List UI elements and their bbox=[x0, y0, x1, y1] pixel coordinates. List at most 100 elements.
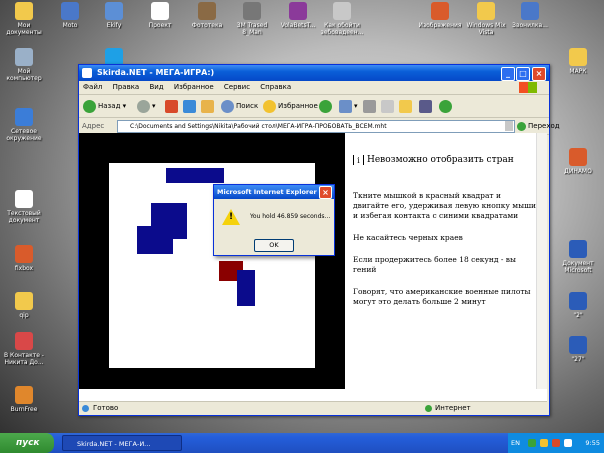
blue-square bbox=[237, 270, 255, 306]
messenger-button[interactable] bbox=[439, 99, 454, 113]
search-label: Поиск bbox=[236, 102, 259, 110]
desktop-icon[interactable]: Moto bbox=[48, 2, 92, 29]
desktop-icon[interactable]: fixbox bbox=[2, 245, 46, 272]
stop-button[interactable] bbox=[165, 99, 180, 113]
desktop-icon[interactable]: qip bbox=[2, 292, 46, 319]
menu-tools[interactable]: Сервис bbox=[224, 83, 250, 91]
folder-icon bbox=[15, 292, 33, 310]
desktop-icon[interactable]: BurnFree bbox=[2, 386, 46, 413]
research-button[interactable] bbox=[419, 99, 434, 113]
address-input[interactable]: C:\Documents and Settings\Nikita\Рабочий… bbox=[117, 120, 515, 133]
desktop-icon[interactable]: Сетевое окружение bbox=[2, 108, 46, 142]
desktop-icon-label: "2" bbox=[573, 312, 583, 319]
search-button[interactable]: Поиск bbox=[221, 99, 258, 113]
dialog-titlebar[interactable]: Microsoft Internet Explorer × bbox=[214, 185, 334, 199]
desktop-icon[interactable]: Изображения bbox=[418, 2, 462, 29]
print-button[interactable] bbox=[363, 99, 378, 113]
document-icon bbox=[431, 2, 449, 20]
desktop-icon-label: В Контакте - Никита До... bbox=[4, 352, 44, 366]
desktop-icon[interactable]: Звонилка... bbox=[508, 2, 552, 29]
tray-icon[interactable] bbox=[552, 439, 560, 447]
toolbar: Назад ▾ ▾ Поиск Избранное ▾ bbox=[79, 95, 549, 118]
menu-help[interactable]: Справка bbox=[260, 83, 291, 91]
menu-view[interactable]: Вид bbox=[149, 83, 163, 91]
desktop-icon[interactable]: "27" bbox=[556, 336, 600, 363]
taskbar-item-ie[interactable]: Skirda.NET - МЕГА-И... bbox=[62, 435, 182, 451]
desktop-icon[interactable]: Текстовый документ bbox=[2, 190, 46, 224]
status-bar: Готово Интернет bbox=[79, 401, 547, 415]
desktop-icon[interactable]: Ekify bbox=[92, 2, 136, 29]
desktop-icon-label: Документ Microsoft Word bbox=[562, 260, 594, 274]
desktop-icon[interactable]: VolaBetsT... bbox=[276, 2, 320, 29]
desktop-icon[interactable]: Windows Mix Vista bbox=[464, 2, 508, 36]
ok-button[interactable]: OK bbox=[254, 239, 294, 252]
desktop-icon-label: Проект bbox=[148, 22, 172, 29]
dialog-close-button[interactable]: × bbox=[319, 186, 332, 199]
desktop-icon[interactable]: Документ Microsoft Word bbox=[556, 240, 600, 274]
edit-icon bbox=[381, 99, 394, 113]
home-button[interactable] bbox=[201, 99, 216, 113]
desktop-icon[interactable]: Мои документы bbox=[2, 2, 46, 36]
back-button[interactable]: Назад ▾ bbox=[83, 99, 126, 113]
clock: 9:55 bbox=[585, 439, 600, 447]
refresh-button[interactable] bbox=[183, 99, 198, 113]
app-icon bbox=[15, 332, 33, 350]
messenger-icon bbox=[439, 99, 452, 113]
app-icon bbox=[333, 2, 351, 20]
desktop-icon-label: Звонилка... bbox=[512, 22, 548, 29]
dialog-title: Microsoft Internet Explorer bbox=[217, 188, 317, 196]
go-button[interactable]: Переход bbox=[517, 118, 560, 134]
edit-button[interactable] bbox=[381, 99, 396, 113]
history-button[interactable] bbox=[319, 99, 334, 113]
app-icon bbox=[243, 2, 261, 20]
desktop-icon-label: Фототека bbox=[191, 22, 223, 29]
address-label: Адрес bbox=[82, 122, 105, 130]
desktop-icon[interactable]: 3M Trased 8_Man bbox=[230, 2, 274, 36]
folder-button[interactable] bbox=[399, 99, 414, 113]
window-titlebar[interactable]: Skirda.NET - МЕГА-ИГРА:) _ □ × bbox=[79, 65, 549, 81]
desktop-icon[interactable]: Как обойти зебовадеен... bbox=[320, 2, 364, 36]
forward-button[interactable]: ▾ bbox=[137, 99, 156, 113]
vertical-scrollbar[interactable] bbox=[536, 133, 547, 389]
dialog-message: You hold 46.859 seconds... bbox=[250, 213, 331, 220]
folder-icon bbox=[15, 2, 33, 20]
desktop-icon[interactable]: В Контакте - Никита До... bbox=[2, 332, 46, 366]
document-icon bbox=[151, 2, 169, 20]
network-icon bbox=[15, 108, 33, 126]
desktop-icon-label: Windows Mix Vista bbox=[466, 22, 506, 36]
favorites-button[interactable]: Избранное bbox=[263, 99, 318, 113]
desktop-icon[interactable]: Мой компьютер bbox=[2, 48, 46, 82]
word-icon bbox=[569, 240, 587, 258]
back-arrow-icon bbox=[83, 99, 96, 113]
desktop-icon-label: Мой компьютер bbox=[6, 68, 42, 82]
minimize-button[interactable]: _ bbox=[501, 67, 515, 81]
menu-file[interactable]: Файл bbox=[83, 83, 102, 91]
desktop-icon-label: 3M Trased 8_Man bbox=[236, 22, 268, 36]
desktop-icon[interactable]: Проект bbox=[138, 2, 182, 29]
menu-favorites[interactable]: Избранное bbox=[174, 83, 214, 91]
desktop-icon[interactable]: Фототека bbox=[185, 2, 229, 29]
tray-icon[interactable] bbox=[528, 439, 536, 447]
start-button[interactable]: пуск bbox=[0, 433, 54, 453]
mail-button[interactable]: ▾ bbox=[339, 99, 358, 113]
address-dropdown-button[interactable] bbox=[505, 121, 513, 131]
back-label: Назад bbox=[98, 102, 121, 110]
menu-edit[interactable]: Правка bbox=[113, 83, 140, 91]
maximize-button[interactable]: □ bbox=[516, 67, 530, 81]
desktop-icon[interactable]: МАРК bbox=[556, 48, 600, 75]
desktop-icon[interactable]: "2" bbox=[556, 292, 600, 319]
taskbar: пуск Skirda.NET - МЕГА-И... EN 9:55 bbox=[0, 433, 604, 453]
tray-icon[interactable] bbox=[540, 439, 548, 447]
game-board-border[interactable] bbox=[79, 133, 345, 389]
desktop-icon-label: VolaBetsT... bbox=[280, 22, 316, 29]
desktop-icon-label: Мои документы bbox=[6, 22, 42, 36]
language-indicator[interactable]: EN bbox=[511, 433, 520, 453]
tray-icon[interactable] bbox=[564, 439, 572, 447]
folder-icon bbox=[477, 2, 495, 20]
print-icon bbox=[363, 99, 376, 113]
status-text: Готово bbox=[93, 404, 119, 412]
history-icon bbox=[319, 99, 332, 113]
desktop-icon[interactable]: ДИНАМО bbox=[556, 148, 600, 175]
close-button[interactable]: × bbox=[532, 67, 546, 81]
app-icon bbox=[105, 2, 123, 20]
